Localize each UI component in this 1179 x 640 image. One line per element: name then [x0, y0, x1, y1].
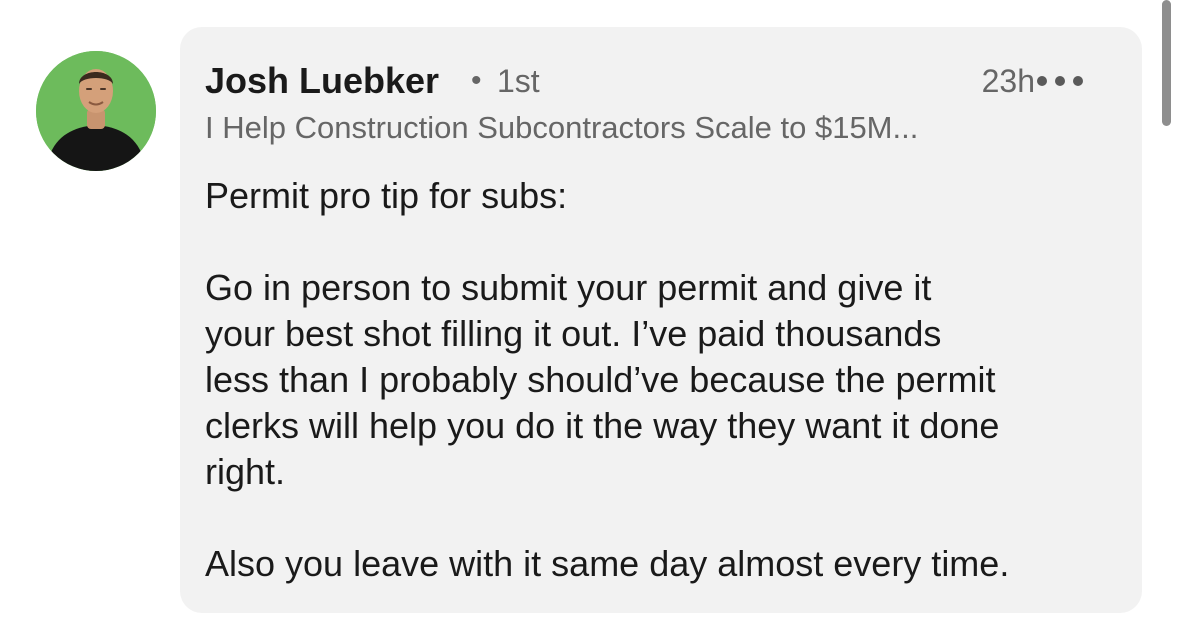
author-headline: I Help Construction Subcontractors Scale… — [205, 110, 919, 145]
comment-timestamp: 23h — [981, 63, 1035, 99]
scrollbar[interactable] — [1162, 0, 1171, 126]
more-horizontal-icon-dot — [1055, 76, 1065, 86]
more-options-button[interactable] — [1037, 69, 1083, 93]
comment-line: your best shot filling it out. I’ve paid… — [205, 313, 942, 354]
more-horizontal-icon-dot — [1073, 76, 1083, 86]
comment-line: Go in person to submit your permit and g… — [205, 267, 932, 308]
comment-line: less than I probably should’ve because t… — [205, 359, 996, 400]
avatar[interactable] — [36, 51, 156, 171]
author-name[interactable]: Josh Luebker — [205, 59, 439, 103]
more-horizontal-icon — [1037, 76, 1047, 86]
comment-line: Permit pro tip for subs: — [205, 175, 568, 216]
comment-line: right. — [205, 451, 286, 492]
comment-view: Josh Luebker • 1st 23h I Help Constructi… — [0, 0, 1179, 640]
comment-header: Josh Luebker • 1st 23h — [205, 59, 1117, 103]
comment-line: clerks will help you do it the way they … — [205, 405, 1000, 446]
comment-line: Also you leave with it same day almost e… — [205, 543, 1010, 584]
separator-dot: • — [471, 64, 482, 97]
connection-degree: 1st — [497, 63, 540, 99]
comment-bubble: Josh Luebker • 1st 23h I Help Constructi… — [180, 27, 1142, 613]
comment-text: Permit pro tip for subs: Go in person to… — [205, 173, 1135, 587]
avatar-photo — [36, 51, 156, 171]
